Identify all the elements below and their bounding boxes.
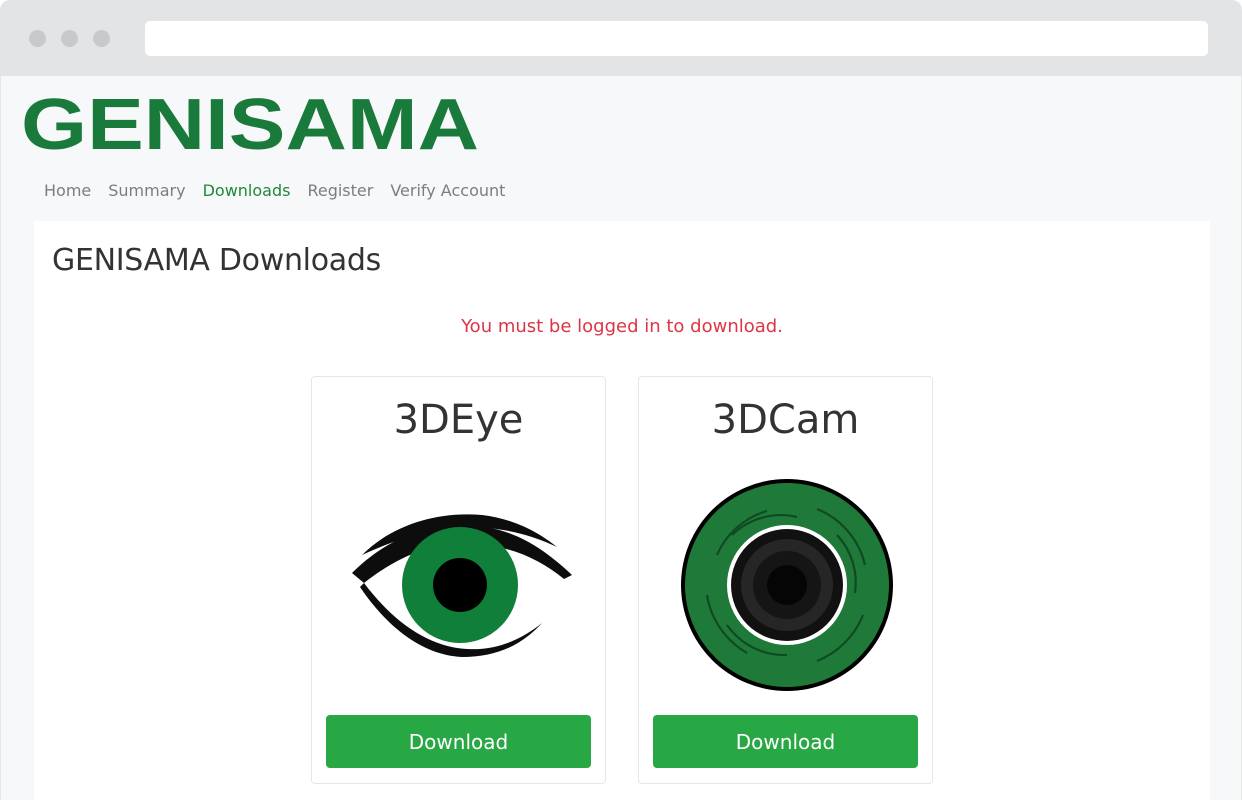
nav-item-summary[interactable]: Summary: [108, 181, 185, 203]
window-maximize-dot[interactable]: [93, 30, 110, 47]
eye-icon: [337, 472, 582, 697]
address-bar[interactable]: [145, 21, 1208, 56]
download-card-3deye: 3DEye Download: [311, 376, 606, 784]
camera-lens-icon: [664, 472, 909, 697]
nav-item-verify-account[interactable]: Verify Account: [390, 181, 505, 203]
browser-chrome: [0, 0, 1242, 76]
genisama-logo[interactable]: GENISAMA: [21, 91, 481, 157]
download-button-3dcam[interactable]: Download: [653, 715, 918, 768]
window-close-dot[interactable]: [29, 30, 46, 47]
card-title: 3DEye: [393, 397, 524, 443]
page: GENISAMA Home Summary Downloads Register…: [0, 76, 1242, 800]
content-panel: GENISAMA Downloads You must be logged in…: [34, 221, 1210, 800]
nav-item-home[interactable]: Home: [44, 181, 91, 203]
page-title: GENISAMA Downloads: [52, 243, 381, 278]
login-required-alert: You must be logged in to download.: [461, 316, 783, 337]
logo-text: GENISAMA: [21, 91, 479, 157]
nav-item-downloads[interactable]: Downloads: [203, 181, 291, 203]
nav-item-register[interactable]: Register: [307, 181, 373, 203]
window-minimize-dot[interactable]: [61, 30, 78, 47]
download-button-3deye[interactable]: Download: [326, 715, 591, 768]
card-title: 3DCam: [711, 397, 860, 443]
download-card-3dcam: 3DCam Download: [638, 376, 933, 784]
main-nav: Home Summary Downloads Register Verify A…: [44, 181, 522, 203]
